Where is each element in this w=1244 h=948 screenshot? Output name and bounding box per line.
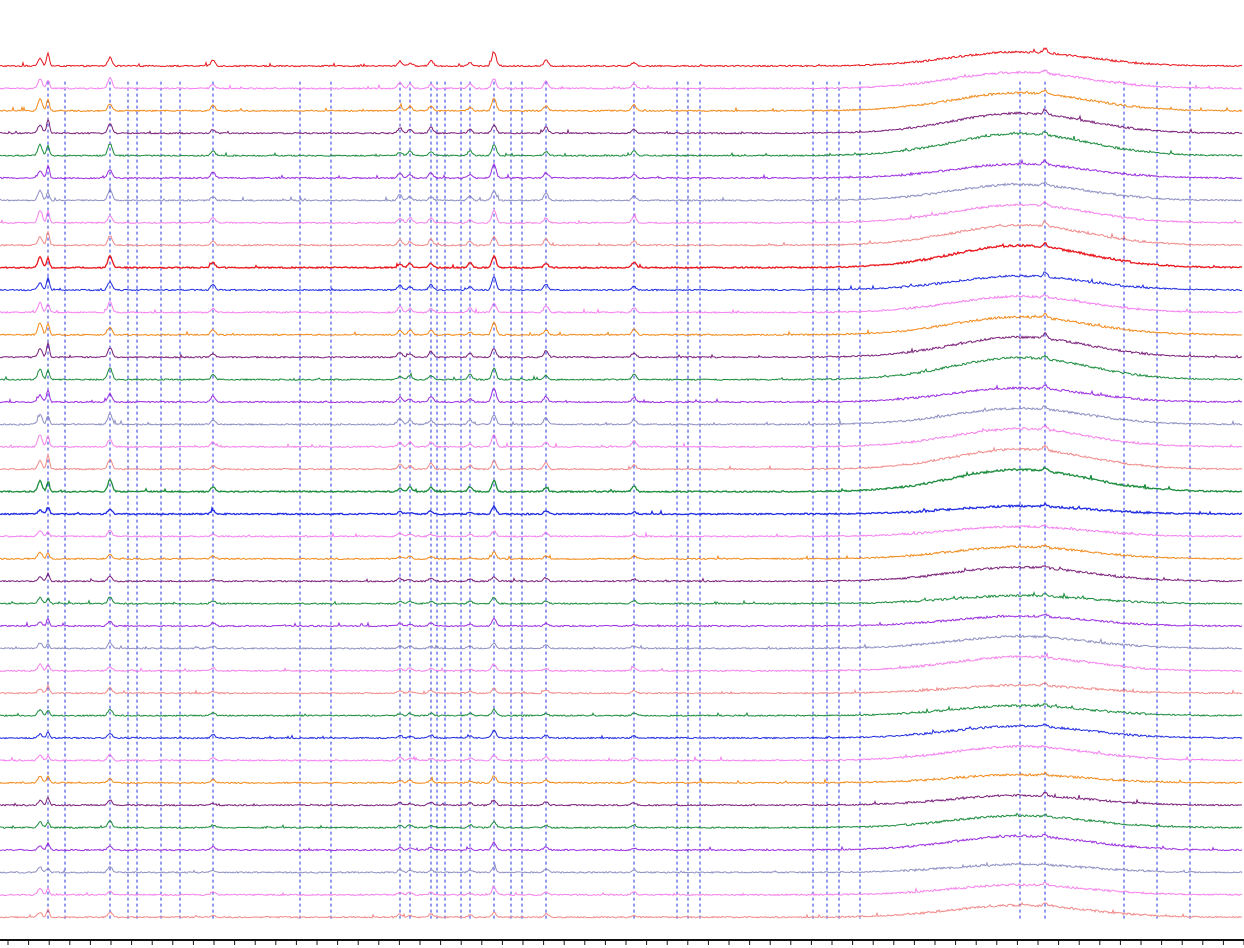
series-line: [0, 590, 1243, 606]
series-line: [0, 881, 1243, 897]
series-line: [0, 702, 1243, 718]
x-axis: [0, 939, 1244, 945]
series-line: [0, 501, 1243, 516]
series-line: [0, 293, 1243, 315]
series-line: [0, 523, 1243, 538]
series-line: [0, 723, 1243, 740]
series-line: [0, 312, 1243, 337]
series-line: [0, 833, 1243, 852]
series-line: [0, 241, 1243, 270]
series-line: [0, 861, 1243, 874]
series-line: [0, 354, 1243, 382]
series-line: [0, 564, 1243, 583]
series-line: [0, 791, 1243, 807]
series-line: [0, 901, 1243, 919]
series-line: [0, 180, 1243, 203]
series-line: [0, 271, 1243, 292]
series-line: [0, 444, 1243, 471]
series-line: [0, 424, 1243, 449]
series-line: [0, 107, 1243, 135]
series-line: [0, 771, 1243, 785]
reference-lines: [47, 81, 1191, 920]
series-line: [0, 158, 1242, 180]
series-line: [0, 744, 1243, 763]
series-line: [0, 69, 1243, 91]
series-line: [0, 405, 1243, 426]
series-line: [0, 200, 1243, 225]
series-line: [0, 89, 1243, 113]
series-line: [0, 652, 1243, 673]
stacked-spectra-chart: [0, 47, 1244, 945]
series-line: [0, 220, 1243, 247]
series-line: [0, 466, 1243, 494]
series-line: [0, 681, 1243, 695]
series-line: [0, 543, 1243, 561]
series-line: [0, 47, 1243, 68]
series-line: [0, 383, 1243, 404]
series-line: [0, 131, 1243, 158]
series-line: [0, 331, 1243, 359]
series-line: [0, 634, 1243, 650]
series-layer: [0, 47, 1243, 919]
series-line: [0, 613, 1243, 628]
series-line: [0, 812, 1243, 830]
